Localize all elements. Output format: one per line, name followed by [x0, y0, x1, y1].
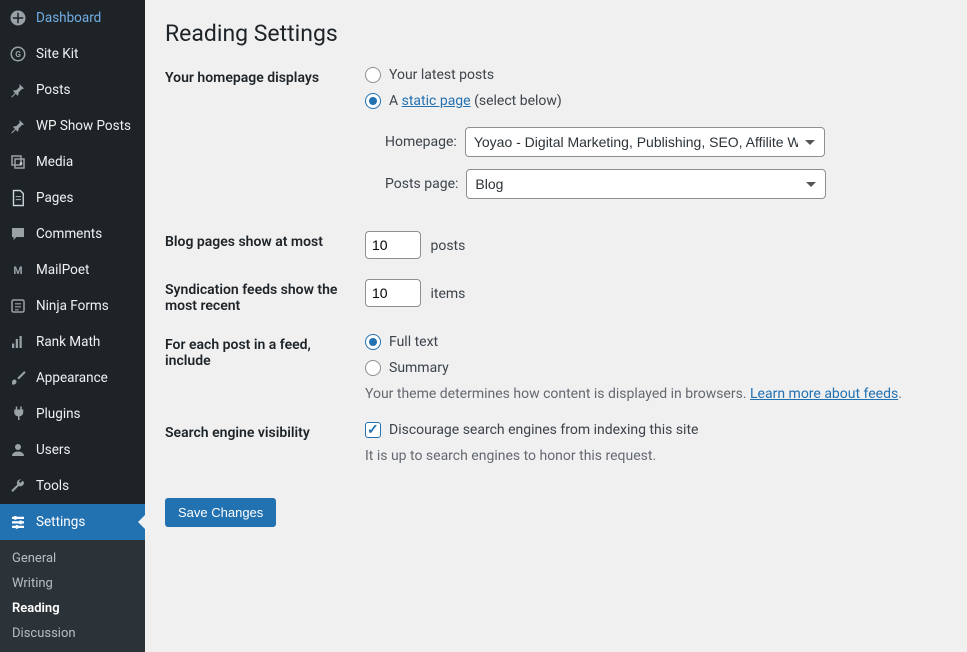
pin-icon [8, 80, 28, 100]
submenu-general[interactable]: General [0, 546, 145, 571]
settings-submenu: General Writing Reading Discussion [0, 540, 145, 652]
radio-latest-posts[interactable] [365, 67, 381, 83]
mailpoet-icon: M [8, 260, 28, 280]
row-search-visibility: Search engine visibility Discourage sear… [165, 422, 947, 464]
sidebar-item-label: Rank Math [36, 334, 100, 350]
sidebar-item-wpshowposts[interactable]: WP Show Posts [0, 108, 145, 144]
sidebar-item-label: MailPoet [36, 262, 89, 278]
feed-description: Your theme determines how content is dis… [365, 386, 947, 402]
learn-more-feeds-link[interactable]: Learn more about feeds [750, 386, 898, 402]
sidebar-item-posts[interactable]: Posts [0, 72, 145, 108]
sidebar-item-label: Comments [36, 226, 102, 242]
radio-label-latest: Your latest posts [389, 67, 494, 83]
static-page-link[interactable]: static page [402, 93, 471, 109]
static-prefix: A [389, 93, 398, 109]
label-blog-pages: Blog pages show at most [165, 231, 365, 250]
sidebar-item-label: Dashboard [36, 10, 101, 26]
sidebar-item-appearance[interactable]: Appearance [0, 360, 145, 396]
sidebar-item-label: Site Kit [36, 46, 78, 62]
row-feed-include: For each post in a feed, include Full te… [165, 334, 947, 402]
pin-icon [8, 116, 28, 136]
radio-summary[interactable] [365, 360, 381, 376]
pages-icon [8, 188, 28, 208]
forms-icon [8, 296, 28, 316]
row-blog-pages: Blog pages show at most posts [165, 231, 947, 259]
row-syndication: Syndication feeds show the most recent i… [165, 279, 947, 314]
homepage-select-label: Homepage: [385, 134, 457, 150]
sidebar-item-users[interactable]: Users [0, 432, 145, 468]
sidebar-item-label: Ninja Forms [36, 298, 109, 314]
postspage-select[interactable]: Blog [466, 169, 826, 199]
main-content: Reading Settings Your homepage displays … [145, 0, 967, 652]
syndication-input[interactable] [365, 279, 421, 307]
syndication-suffix: items [430, 286, 465, 302]
checkbox-discourage-search[interactable] [365, 422, 381, 438]
sidebar-item-label: WP Show Posts [36, 118, 131, 134]
sidebar-item-tools[interactable]: Tools [0, 468, 145, 504]
admin-sidebar: Dashboard G Site Kit Posts WP Show Posts… [0, 0, 145, 652]
label-search-visibility: Search engine visibility [165, 422, 365, 441]
rankmath-icon [8, 332, 28, 352]
radio-label-full: Full text [389, 334, 438, 350]
brush-icon [8, 368, 28, 388]
sidebar-item-mailpoet[interactable]: M MailPoet [0, 252, 145, 288]
sidebar-item-settings[interactable]: Settings [0, 504, 145, 540]
postspage-select-label: Posts page: [385, 176, 458, 192]
sidebar-item-label: Posts [36, 82, 70, 98]
svg-text:G: G [15, 50, 21, 60]
sidebar-item-pages[interactable]: Pages [0, 180, 145, 216]
sidebar-item-label: Media [36, 154, 73, 170]
submenu-writing[interactable]: Writing [0, 571, 145, 596]
media-icon [8, 152, 28, 172]
checkbox-label-discourage: Discourage search engines from indexing … [389, 422, 698, 438]
label-feed-include: For each post in a feed, include [165, 334, 365, 369]
save-button[interactable]: Save Changes [165, 498, 276, 527]
sidebar-item-ninjaforms[interactable]: Ninja Forms [0, 288, 145, 324]
plugin-icon [8, 404, 28, 424]
sidebar-item-rankmath[interactable]: Rank Math [0, 324, 145, 360]
blog-pages-suffix: posts [430, 238, 465, 254]
sidebar-item-label: Plugins [36, 406, 81, 422]
sidebar-item-label: Users [36, 442, 70, 458]
sidebar-item-label: Settings [36, 514, 85, 530]
settings-icon [8, 512, 28, 532]
page-title: Reading Settings [165, 20, 947, 47]
svg-text:M: M [13, 264, 22, 277]
radio-full-text[interactable] [365, 334, 381, 350]
static-suffix: (select below) [474, 93, 562, 109]
sidebar-item-plugins[interactable]: Plugins [0, 396, 145, 432]
sitekit-icon: G [8, 44, 28, 64]
sidebar-item-label: Pages [36, 190, 74, 206]
submenu-reading[interactable]: Reading [0, 596, 145, 621]
radio-label-summary: Summary [389, 360, 449, 376]
label-homepage-displays: Your homepage displays [165, 67, 365, 86]
tools-icon [8, 476, 28, 496]
label-syndication: Syndication feeds show the most recent [165, 279, 365, 314]
blog-pages-input[interactable] [365, 231, 421, 259]
sidebar-item-comments[interactable]: Comments [0, 216, 145, 252]
row-homepage-displays: Your homepage displays Your latest posts… [165, 67, 947, 211]
users-icon [8, 440, 28, 460]
submenu-discussion[interactable]: Discussion [0, 621, 145, 646]
dashboard-icon [8, 8, 28, 28]
sidebar-item-sitekit[interactable]: G Site Kit [0, 36, 145, 72]
sidebar-item-dashboard[interactable]: Dashboard [0, 0, 145, 36]
comments-icon [8, 224, 28, 244]
radio-static-page[interactable] [365, 93, 381, 109]
search-visibility-description: It is up to search engines to honor this… [365, 448, 947, 464]
sidebar-item-label: Tools [36, 478, 69, 494]
homepage-select[interactable]: Yoyao - Digital Marketing, Publishing, S… [465, 127, 825, 157]
sidebar-item-media[interactable]: Media [0, 144, 145, 180]
sidebar-item-label: Appearance [36, 370, 108, 386]
